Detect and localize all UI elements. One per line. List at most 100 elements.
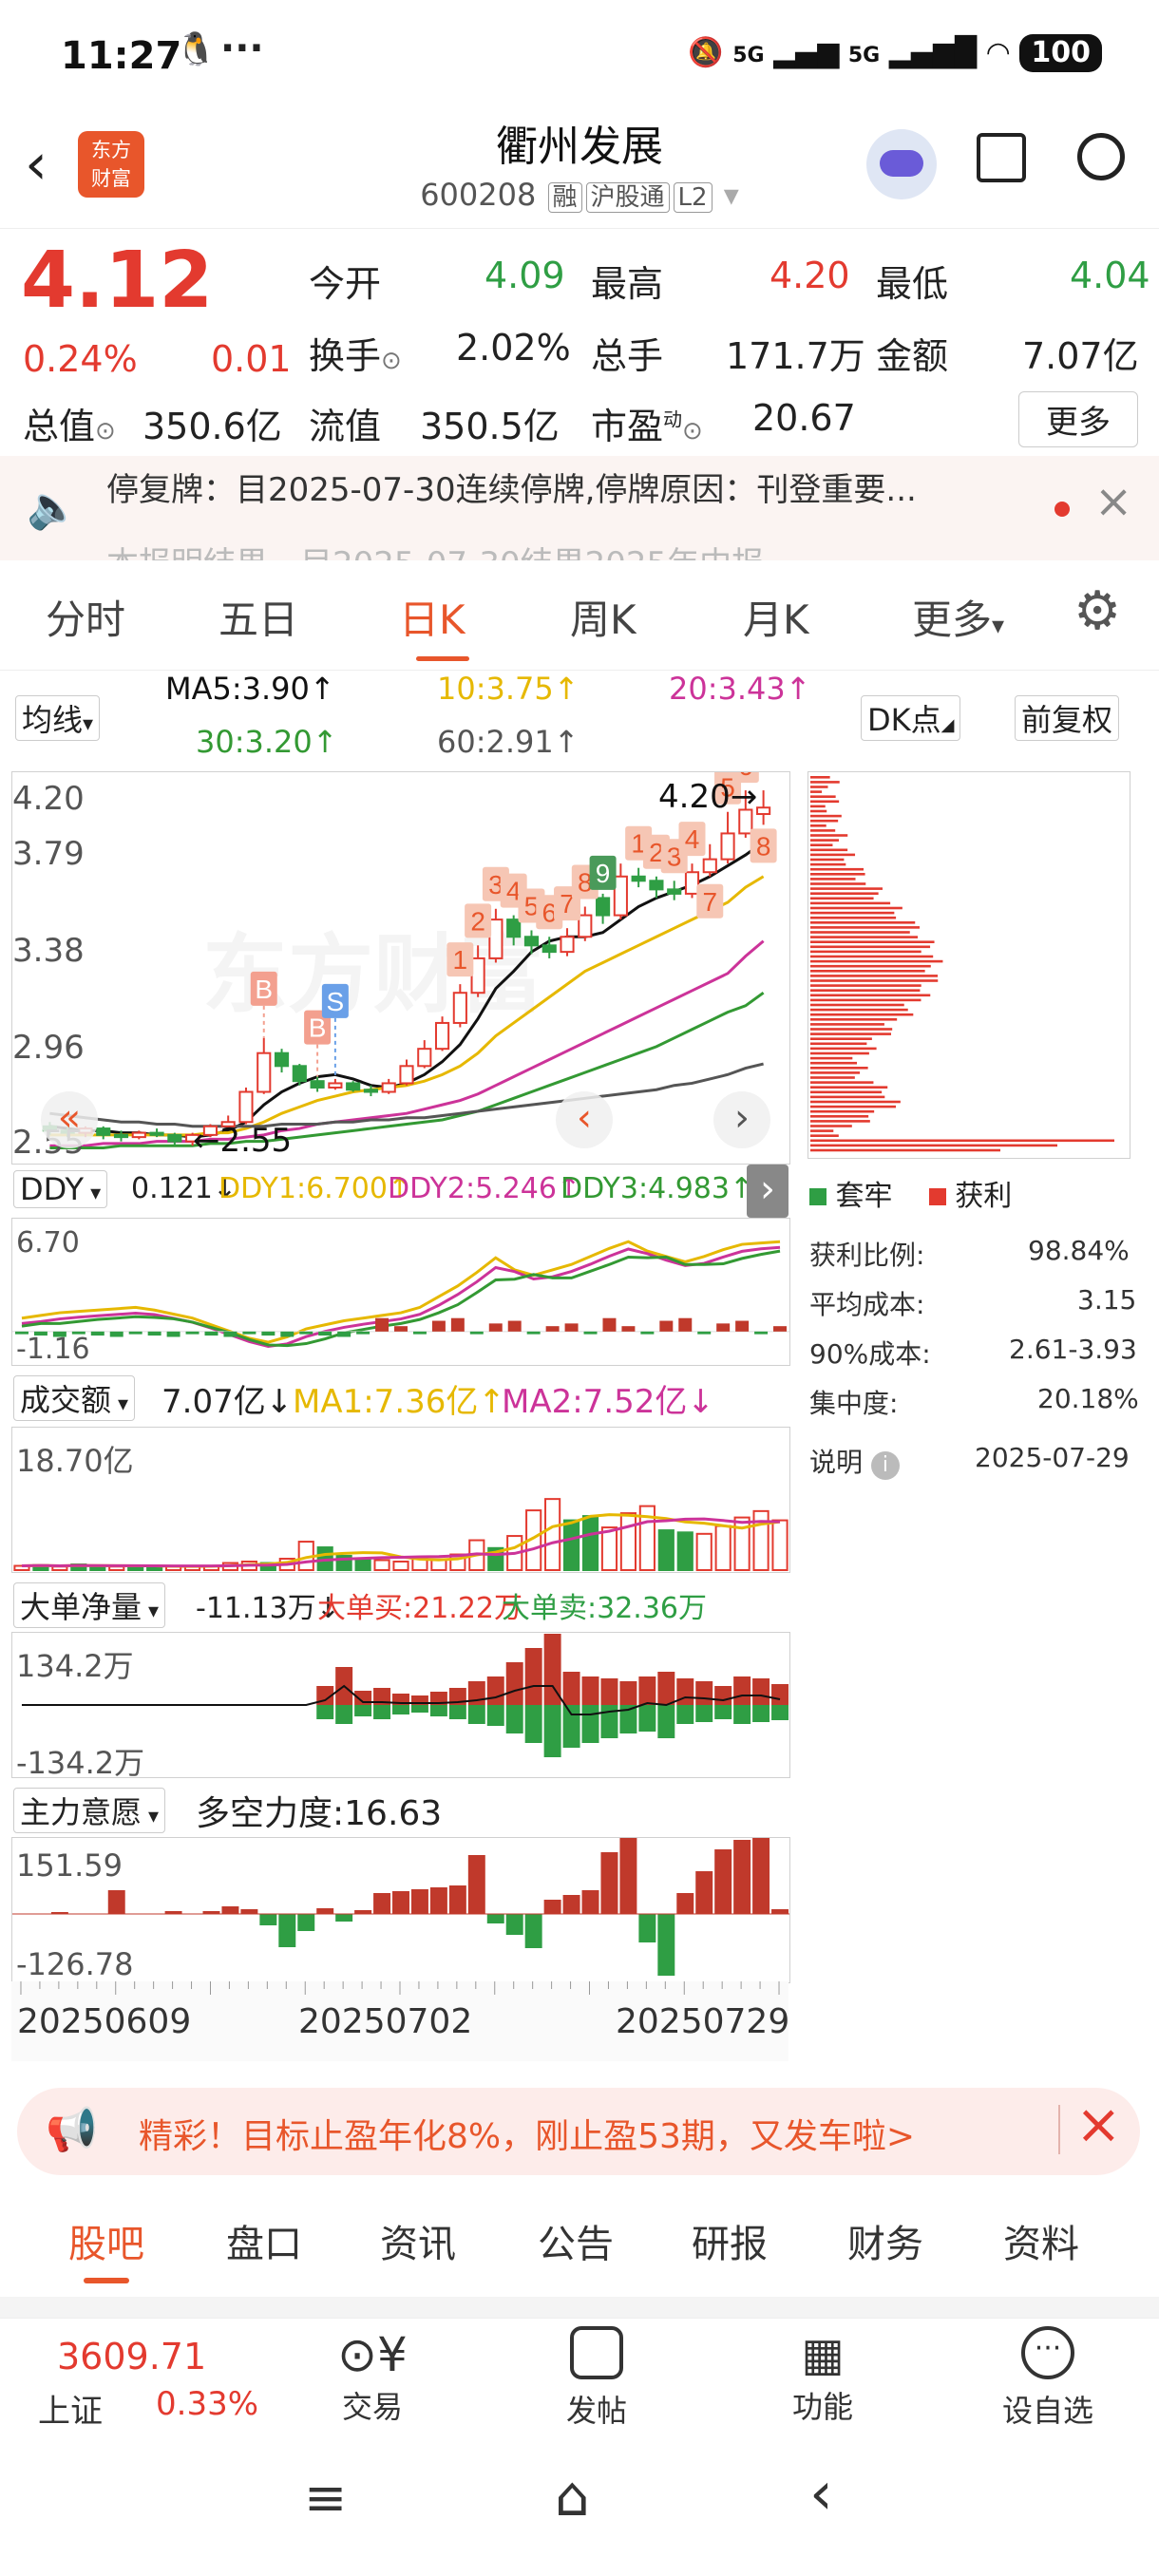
bigorder-sell-bar <box>562 1705 580 1748</box>
battery-indicator: 100 <box>1019 34 1102 72</box>
adjust-selector[interactable]: 前复权 <box>1015 695 1120 741</box>
tab-yuek[interactable]: 月K <box>743 588 809 646</box>
chip-distribution-panel[interactable] <box>808 771 1130 1159</box>
promo-banner[interactable]: 📢 精彩！目标止盈年化8%，刚止盈53期，又发车啦> × <box>17 2088 1140 2175</box>
chip-bar <box>810 848 848 852</box>
tab-ziliao[interactable]: 资料 <box>1003 2213 1079 2268</box>
nav-watchlist[interactable]: ··· 设自选 <box>988 2326 1108 2431</box>
info-icon: ⊙ <box>682 417 703 445</box>
expand-indicator-icon[interactable]: › <box>747 1165 788 1218</box>
bigorder-sell-bar <box>733 1705 751 1724</box>
notice-bar[interactable]: 🔈 停复牌：目2025-07-30连续停牌,停牌原因：刊登重要... 本报明结果… <box>0 456 1159 560</box>
ma5-label: MA5:3.90↑ <box>165 671 335 707</box>
tab-wuri[interactable]: 五日 <box>218 588 298 646</box>
willing-bar <box>695 1871 713 1914</box>
bigorder-sell-bar <box>410 1705 428 1713</box>
close-icon[interactable]: × <box>1075 2092 1122 2156</box>
volume-value: 171.7万 <box>726 335 865 377</box>
candle <box>274 1051 290 1068</box>
tab-zixun[interactable]: 资讯 <box>380 2213 456 2268</box>
legend-profit-swatch <box>928 1188 946 1205</box>
nav-function[interactable]: ▦ 功能 <box>766 2326 880 2427</box>
stock-code: 600208 <box>420 177 537 213</box>
chip-bar <box>810 839 839 842</box>
index-value[interactable]: 3609.71 <box>57 2336 206 2377</box>
index-name[interactable]: 上证 <box>38 2385 103 2432</box>
scroll-left-icon[interactable]: ‹ <box>556 1091 613 1148</box>
bigorder-selector[interactable]: 大单净量 ▾ <box>13 1582 166 1628</box>
bigorder-sell-bar <box>335 1705 353 1724</box>
tab-gonggao[interactable]: 公告 <box>538 2213 614 2268</box>
close-icon[interactable]: × <box>1094 475 1132 528</box>
kline-panel[interactable]: 东方财富 BBS12345678912345678 4.20 3.79 3.38… <box>11 771 790 1165</box>
chip-bar <box>810 1125 852 1127</box>
turnover-label: 换手⊙ <box>309 335 402 377</box>
tab-zhouk[interactable]: 周K <box>570 588 636 646</box>
scroll-left-fast-icon[interactable]: « <box>41 1091 98 1148</box>
chip-bar <box>810 901 891 905</box>
menu-icon[interactable]: ≡ <box>304 2468 347 2528</box>
volume-bar <box>771 1519 788 1571</box>
chip-bar <box>810 921 916 924</box>
ddy-selector[interactable]: DDY ▾ <box>13 1170 108 1208</box>
ddy-bar <box>128 1331 142 1335</box>
chip-bar <box>810 843 833 846</box>
tab-pankou[interactable]: 盘口 <box>226 2213 302 2268</box>
bigorder-panel[interactable]: 134.2万 -134.2万 <box>11 1632 790 1781</box>
willing-bar <box>354 1910 372 1914</box>
home-icon[interactable]: ⌂ <box>555 2464 590 2529</box>
tab-guba[interactable]: 股吧 <box>68 2213 144 2268</box>
willing-panel[interactable]: 151.59 -126.78 <box>11 1837 790 1983</box>
ddy-bar <box>223 1331 238 1337</box>
bottom-nav: 3609.71 上证 0.33% ⊙¥ 交易 发帖 ▦ 功能 ··· 设自选 <box>0 2318 1159 2440</box>
willing-bar <box>600 1852 618 1914</box>
more-button[interactable]: 更多 <box>1018 391 1138 447</box>
volume-bar <box>354 1558 371 1571</box>
chip-bar <box>810 1144 1057 1147</box>
y-label-4: 2.96 <box>12 1029 85 1067</box>
tab-yanbao[interactable]: 研报 <box>692 2213 768 2268</box>
dk-point-selector[interactable]: DK点◢ <box>861 695 961 741</box>
chip-bar <box>810 1081 874 1084</box>
willing-bar <box>581 1890 599 1914</box>
bigorder-buy-bar <box>600 1678 618 1705</box>
volume-panel[interactable]: 18.70亿 <box>11 1427 790 1573</box>
back-nav-icon[interactable]: ‹ <box>809 2458 833 2528</box>
assistant-avatar-icon[interactable] <box>866 129 937 199</box>
share-icon[interactable] <box>977 133 1026 182</box>
index-pct[interactable]: 0.33% <box>156 2385 258 2423</box>
chip-bar <box>810 1067 868 1070</box>
ma-selector[interactable]: 均线▾ <box>15 695 101 741</box>
volume-selector[interactable]: 成交额 ▾ <box>13 1375 136 1421</box>
chip-bar <box>810 800 840 804</box>
chip-bar <box>810 786 828 788</box>
willing-bar <box>297 1914 315 1931</box>
tab-more[interactable]: 更多▾ <box>912 588 1004 646</box>
willing-selector[interactable]: 主力意愿 ▾ <box>13 1788 166 1833</box>
candle <box>417 1048 432 1068</box>
willing-bar <box>410 1889 428 1914</box>
signal-label: 1 <box>453 945 468 975</box>
tab-caiwu[interactable]: 财务 <box>847 2213 923 2268</box>
ddy-panel[interactable]: 6.70 -1.16 <box>11 1218 790 1366</box>
volume-bar <box>714 1525 732 1571</box>
chip-concentration-value: 20.18% <box>1037 1383 1139 1414</box>
nav-post[interactable]: 发帖 <box>540 2326 654 2431</box>
chip-bar <box>810 819 839 823</box>
candle <box>667 888 682 895</box>
chip-note[interactable]: 说明 i <box>809 1442 900 1480</box>
scroll-right-icon[interactable]: › <box>713 1091 770 1148</box>
search-icon[interactable] <box>1077 133 1125 180</box>
candle <box>488 919 504 959</box>
tab-fenshi[interactable]: 分时 <box>46 588 125 646</box>
settings-icon[interactable]: ⚙ <box>1074 580 1121 642</box>
tab-rik[interactable]: 日K <box>399 588 466 646</box>
notice-text: 停复牌：目2025-07-30连续停牌,停牌原因：刊登重要... <box>106 471 917 509</box>
chip-concentration-label: 集中度: <box>809 1388 899 1419</box>
candle <box>363 1089 379 1093</box>
ddy-bar <box>507 1320 522 1332</box>
willing-bar <box>240 1909 258 1914</box>
bigorder-buy-bar <box>505 1662 523 1705</box>
willing-bar <box>771 1909 789 1914</box>
nav-trade[interactable]: ⊙¥ 交易 <box>315 2326 429 2427</box>
